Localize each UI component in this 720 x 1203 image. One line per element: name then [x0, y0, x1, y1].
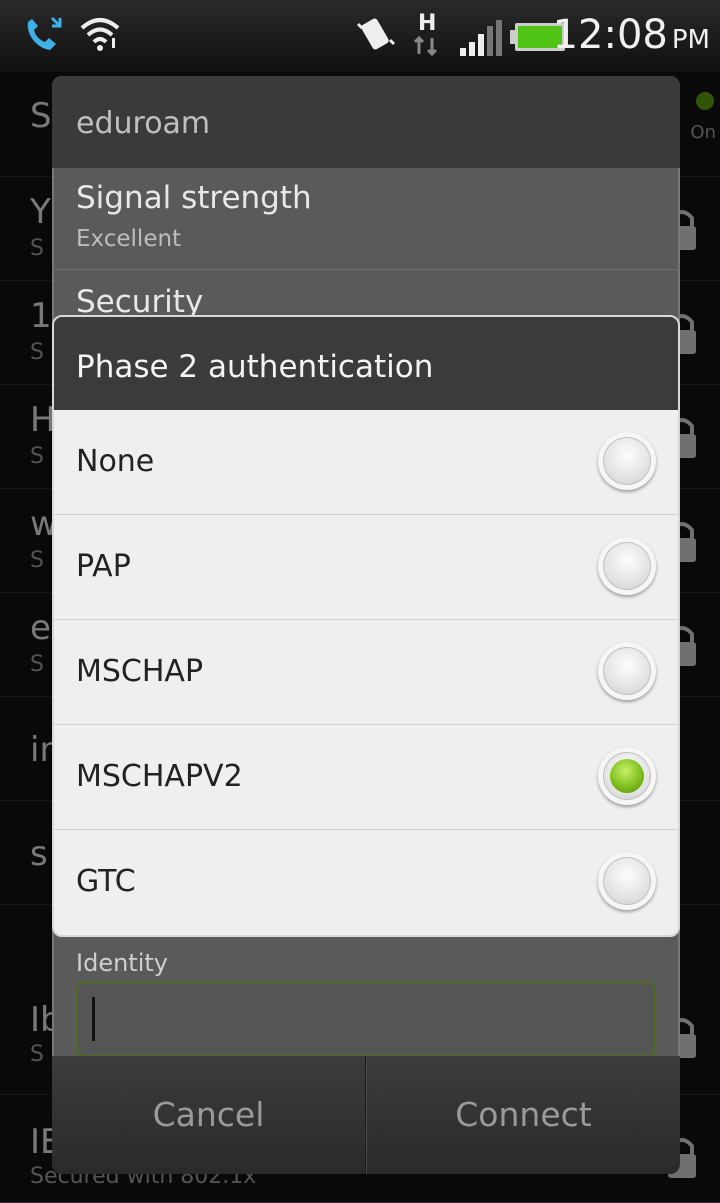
network-dialog-header: eduroam	[52, 76, 680, 168]
option-none[interactable]: None	[54, 410, 678, 515]
signal-strength-value: Excellent	[76, 226, 182, 252]
option-mschap[interactable]: MSCHAP	[54, 620, 678, 725]
signal-strength-label: Signal strength	[76, 180, 312, 216]
clock-time: 12:08	[552, 12, 668, 58]
radio-button[interactable]	[598, 537, 656, 595]
missed-call-icon	[27, 16, 62, 50]
option-label: MSCHAP	[76, 654, 204, 689]
radio-button-selected[interactable]	[598, 747, 656, 805]
option-label: MSCHAPV2	[76, 759, 243, 794]
option-label: None	[76, 444, 155, 479]
phase2-auth-dialog: Phase 2 authentication None PAP MSCHAP M…	[52, 315, 680, 937]
connect-button[interactable]: Connect	[366, 1056, 680, 1174]
network-dialog-title: eduroam	[76, 106, 211, 141]
wifi-icon	[80, 18, 120, 51]
option-mschapv2[interactable]: MSCHAPV2	[54, 725, 678, 830]
radio-button[interactable]	[598, 852, 656, 910]
clock-ampm: PM	[671, 25, 710, 55]
status-clock: 12:08 PM	[553, 12, 710, 58]
phase2-dialog-title: Phase 2 authentication	[76, 349, 434, 385]
vibrate-icon	[356, 18, 396, 50]
text-cursor	[92, 997, 95, 1041]
phase2-dialog-header: Phase 2 authentication	[54, 317, 678, 410]
identity-label: Identity	[76, 949, 168, 977]
cancel-button[interactable]: Cancel	[52, 1056, 366, 1174]
radio-button[interactable]	[598, 432, 656, 490]
dialog-button-bar: Cancel Connect	[52, 1056, 680, 1174]
divider	[52, 269, 680, 270]
option-label: PAP	[76, 549, 131, 584]
hspa-data-icon: H	[413, 11, 438, 57]
signal-icon	[460, 20, 502, 56]
status-bar: H 12:08 PM	[0, 0, 720, 72]
identity-input[interactable]	[76, 981, 656, 1057]
radio-button[interactable]	[598, 642, 656, 700]
option-gtc[interactable]: GTC	[54, 830, 678, 934]
network-type-text: H	[418, 11, 436, 36]
option-pap[interactable]: PAP	[54, 515, 678, 620]
option-label: GTC	[76, 864, 136, 899]
